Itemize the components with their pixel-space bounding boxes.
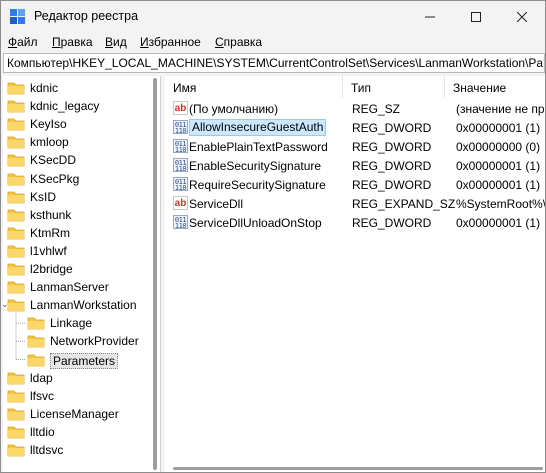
value-name: EnableSecuritySignature xyxy=(189,159,322,173)
value-type: REG_DWORD xyxy=(352,159,432,173)
column-header-value[interactable]: Значение xyxy=(445,76,545,98)
menu-help[interactable]: Справка xyxy=(215,35,262,49)
menu-bar: Файл Правка Вид Избранное Справка xyxy=(1,33,545,53)
string-value-icon: ab xyxy=(173,196,188,210)
minimize-icon xyxy=(425,16,435,18)
minimize-button[interactable] xyxy=(407,1,453,33)
binary-value-icon: 011 110 xyxy=(173,120,188,135)
menu-favorites[interactable]: Избранное xyxy=(140,35,201,49)
value-name: RequireSecuritySignature xyxy=(189,178,326,192)
tree-item[interactable]: lltdsvc xyxy=(3,441,149,459)
tree-connector-lines xyxy=(15,312,25,360)
tree-item-label: Parameters xyxy=(50,352,119,369)
address-bar[interactable]: Компьютер\HKEY_LOCAL_MACHINE\SYSTEM\Curr… xyxy=(3,53,545,73)
binary-value-icon: 011 110 xyxy=(173,158,188,173)
folder-icon xyxy=(7,408,25,421)
registry-app-icon xyxy=(10,9,26,25)
column-header-type[interactable]: Тип xyxy=(343,76,445,98)
folder-icon xyxy=(7,390,25,403)
tree-item-label: lfsvc xyxy=(30,388,54,403)
horizontal-scrollbar-thumb[interactable] xyxy=(173,467,543,470)
value-type: REG_DWORD xyxy=(352,178,432,192)
value-name: ServiceDll xyxy=(189,197,244,211)
value-name: ServiceDllUnloadOnStop xyxy=(189,216,322,230)
value-row[interactable]: 011 110 AllowInsecureGuestAuth REG_DWORD 0x0… xyxy=(165,118,545,137)
tree-item-label: NetworkProvider xyxy=(50,334,139,349)
value-row[interactable]: ab ServiceDll REG_EXPAND_SZ %SystemRoot%\ xyxy=(165,194,545,213)
tree-item[interactable]: lltdio xyxy=(3,423,149,441)
value-data: %SystemRoot%\ xyxy=(456,197,545,211)
value-name: EnablePlainTextPassword xyxy=(189,140,328,154)
maximize-icon xyxy=(471,12,481,22)
value-data: 0x00000001 (1) xyxy=(456,159,541,173)
binary-value-icon: 011 110 xyxy=(173,177,188,192)
tree-item-label: lltdio xyxy=(30,424,55,439)
folder-icon xyxy=(7,444,25,457)
value-name: AllowInsecureGuestAuth xyxy=(189,119,327,136)
tree-item[interactable]: LicenseManager xyxy=(3,405,149,423)
menu-file[interactable]: Файл xyxy=(8,35,38,49)
key-tree-pane[interactable]: kdnic kdnic_legacy KeyIso kmloop KSecDD KSecP… xyxy=(3,76,161,472)
value-row[interactable]: 011 110 EnablePlainTextPassword REG_DWORD 0x… xyxy=(165,137,545,156)
tree-item-label: Linkage xyxy=(50,316,93,331)
value-type: REG_DWORD xyxy=(352,140,432,154)
value-row[interactable]: 011 110 RequireSecuritySignature REG_DWORD 0… xyxy=(165,175,545,194)
values-list-pane[interactable]: Имя Тип Значение ab (По умолчанию) REG_SZ(… xyxy=(165,76,545,472)
registry-editor-window: Редактор реестра Файл Правка Вид Избранн… xyxy=(0,0,546,473)
title-bar[interactable]: Редактор реестра xyxy=(1,1,545,33)
value-data: 0x00000001 (1) xyxy=(456,216,541,230)
tree-scrollbar-thumb[interactable] xyxy=(153,78,157,470)
value-type: REG_DWORD xyxy=(352,121,432,135)
value-row[interactable]: ab (По умолчанию) REG_SZ (значение не пр xyxy=(165,99,545,118)
menu-view[interactable]: Вид xyxy=(105,35,127,49)
window-title: Редактор реестра xyxy=(34,9,139,23)
binary-value-icon: 011 110 xyxy=(173,139,188,154)
value-data: (значение не пр xyxy=(456,102,545,116)
value-data: 0x00000001 (1) xyxy=(456,121,541,135)
close-button[interactable] xyxy=(499,1,545,33)
tree-item[interactable]: lfsvc xyxy=(3,387,149,405)
value-type: REG_DWORD xyxy=(352,216,432,230)
value-type: REG_EXPAND_SZ xyxy=(352,197,456,211)
value-row[interactable]: 011 110 EnableSecuritySignature REG_DWORD 0x… xyxy=(165,156,545,175)
column-header-name[interactable]: Имя xyxy=(165,76,343,98)
maximize-button[interactable] xyxy=(453,1,499,33)
tree-item-label: LicenseManager xyxy=(30,406,119,421)
address-path: Компьютер\HKEY_LOCAL_MACHINE\SYSTEM\Curr… xyxy=(7,56,545,70)
tree-item-label: lltdsvc xyxy=(30,443,64,457)
string-value-icon: ab xyxy=(173,101,188,115)
value-data: 0x00000001 (1) xyxy=(456,178,541,192)
tree-item-label: LanmanWorkstation xyxy=(30,298,137,313)
value-data: 0x00000000 (0) xyxy=(456,140,541,154)
value-row[interactable]: 011 110 ServiceDllUnloadOnStop REG_DWORD 0x0… xyxy=(165,213,545,232)
binary-value-icon: 011 110 xyxy=(173,215,188,230)
folder-icon xyxy=(7,426,25,439)
menu-edit[interactable]: Правка xyxy=(52,35,93,49)
value-name: (По умолчанию) xyxy=(189,102,279,116)
value-type: REG_SZ xyxy=(352,102,401,116)
close-icon xyxy=(517,12,527,22)
